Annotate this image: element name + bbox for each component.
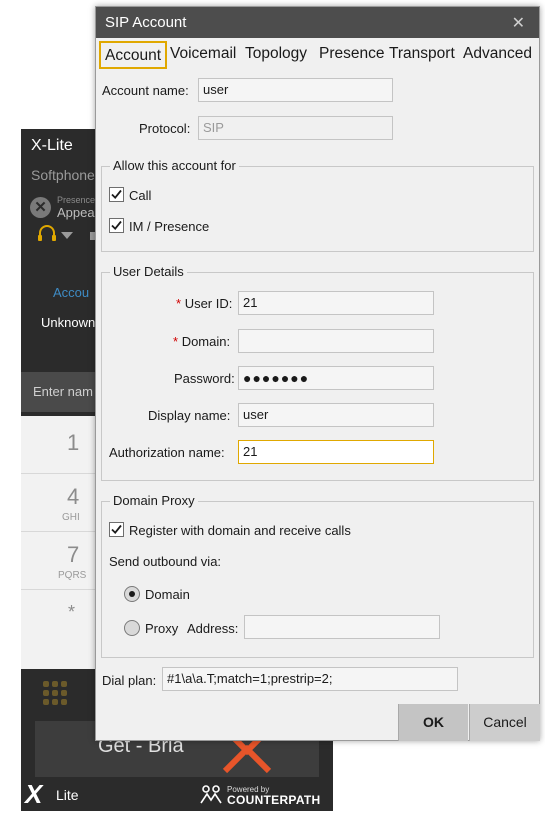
checkmark-icon bbox=[111, 189, 122, 200]
xlite-subtitle: Softphone bbox=[31, 167, 95, 183]
domain-proxy-group: Domain Proxy Register with domain and re… bbox=[101, 493, 534, 658]
presence-value[interactable]: Appea bbox=[57, 205, 95, 220]
dialog-footer: OK Cancel bbox=[96, 704, 540, 741]
domain-label: * Domain: bbox=[173, 334, 230, 349]
required-marker: * bbox=[176, 296, 182, 311]
counterpath-logo: Powered by COUNTERPATH bbox=[199, 779, 329, 809]
outbound-domain-label: Domain bbox=[145, 587, 190, 602]
account-name-label: Account name: bbox=[102, 83, 189, 98]
dial-plan-label: Dial plan: bbox=[102, 673, 157, 688]
tab-advanced[interactable]: Advanced bbox=[459, 41, 536, 69]
outbound-domain-radio[interactable] bbox=[124, 586, 140, 602]
tab-topology[interactable]: Topology bbox=[241, 41, 311, 69]
headset-icon[interactable] bbox=[37, 225, 57, 243]
call-label: Call bbox=[129, 188, 152, 203]
authorization-name-label: Authorization name: bbox=[109, 445, 225, 460]
im-presence-checkbox[interactable] bbox=[109, 218, 124, 233]
display-name-label: Display name: bbox=[148, 408, 231, 423]
send-outbound-label: Send outbound via: bbox=[109, 554, 222, 569]
required-marker: * bbox=[173, 334, 179, 349]
audio-dropdown-icon[interactable] bbox=[61, 232, 73, 239]
user-details-legend: User Details bbox=[110, 264, 187, 279]
dialpad-key-number: 7 bbox=[67, 542, 80, 567]
register-domain-label: Register with domain and receive calls bbox=[129, 523, 351, 538]
dialpad-key-number: 4 bbox=[67, 484, 80, 509]
dialpad-key-number: * bbox=[68, 602, 76, 622]
checkmark-icon bbox=[111, 220, 122, 231]
xlite-title: X-Lite bbox=[31, 137, 73, 154]
tab-transport[interactable]: Transport bbox=[385, 41, 459, 69]
call-checkbox[interactable] bbox=[109, 187, 124, 202]
tab-voicemail[interactable]: Voicemail bbox=[166, 41, 240, 69]
account-link[interactable]: Accou bbox=[53, 285, 89, 300]
user-id-label-text: User ID: bbox=[184, 296, 233, 311]
dialog-titlebar[interactable]: SIP Account ✕ bbox=[96, 7, 539, 38]
dial-input-placeholder: Enter nam bbox=[33, 384, 93, 399]
brand-text: COUNTERPATH bbox=[227, 793, 321, 807]
proxy-address-field[interactable] bbox=[244, 615, 440, 639]
sip-account-dialog: SIP Account ✕ Account Voicemail Topology… bbox=[95, 6, 540, 741]
account-status: Unknown bbox=[41, 315, 96, 330]
checkmark-icon bbox=[111, 524, 122, 535]
close-icon[interactable]: ✕ bbox=[512, 13, 525, 33]
tab-presence[interactable]: Presence bbox=[315, 41, 388, 69]
ok-button[interactable]: OK bbox=[398, 704, 468, 741]
cancel-button[interactable]: Cancel bbox=[469, 704, 540, 741]
allow-account-group: Allow this account for Call IM / Presenc… bbox=[101, 158, 534, 252]
dialpad-key-letters: GHI bbox=[62, 512, 80, 523]
user-id-label: * User ID: bbox=[176, 296, 232, 311]
im-presence-label: IM / Presence bbox=[129, 219, 210, 234]
proxy-address-label: Address: bbox=[187, 621, 239, 636]
tab-account[interactable]: Account bbox=[99, 41, 168, 69]
dial-plan-field[interactable]: #1\a\a.T;match=1;prestrip=2; bbox=[162, 667, 458, 691]
presence-caption: Presence bbox=[57, 195, 96, 205]
user-id-field[interactable]: 21 bbox=[238, 291, 434, 315]
presence-status-icon[interactable]: ✕ bbox=[30, 197, 51, 218]
dialpad-key-number: 1 bbox=[67, 430, 80, 455]
dialog-title: SIP Account bbox=[105, 14, 187, 31]
counterpath-mark-icon bbox=[200, 785, 222, 804]
domain-proxy-legend: Domain Proxy bbox=[110, 493, 198, 508]
protocol-field: SIP bbox=[198, 116, 393, 140]
outbound-proxy-radio[interactable] bbox=[124, 620, 140, 636]
tab-bar: Account Voicemail Topology Presence Tran… bbox=[96, 41, 539, 69]
domain-field[interactable] bbox=[238, 329, 434, 353]
xlite-logo: X Lite bbox=[25, 779, 91, 809]
display-name-field[interactable]: user bbox=[238, 403, 434, 427]
password-field[interactable]: ●●●●●●● bbox=[238, 366, 434, 390]
outbound-proxy-label: Proxy bbox=[145, 621, 179, 636]
logo-x: X bbox=[25, 779, 43, 809]
password-label: Password: bbox=[174, 371, 235, 386]
protocol-label: Protocol: bbox=[139, 121, 191, 136]
authorization-name-field[interactable]: 21 bbox=[238, 440, 434, 464]
allow-account-legend: Allow this account for bbox=[110, 158, 239, 173]
logo-lite: Lite bbox=[56, 787, 79, 803]
register-domain-checkbox[interactable] bbox=[109, 522, 124, 537]
account-name-field[interactable]: user bbox=[198, 78, 393, 102]
dialpad-key-letters: PQRS bbox=[58, 570, 87, 581]
dialpad-grid-icon[interactable] bbox=[43, 681, 69, 707]
domain-label-text: Domain: bbox=[181, 334, 231, 349]
